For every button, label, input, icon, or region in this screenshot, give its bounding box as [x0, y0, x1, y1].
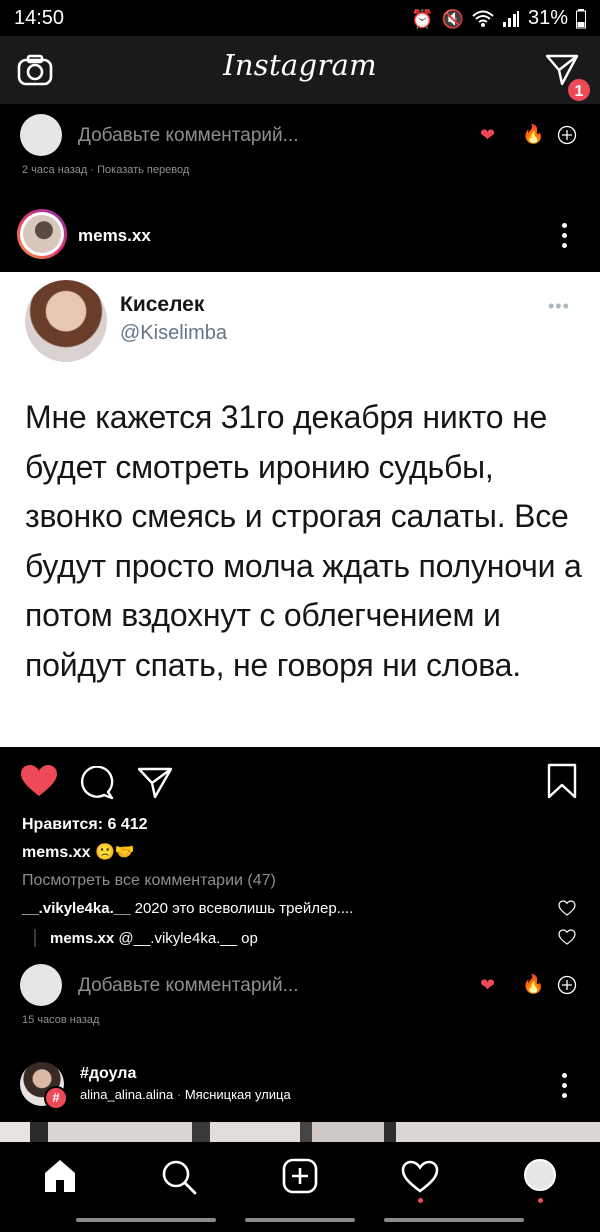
new-post-icon[interactable]	[282, 1158, 318, 1194]
next-post-location[interactable]: Мясницкая улица	[185, 1087, 291, 1102]
home-icon[interactable]	[42, 1158, 78, 1194]
app-logo: Instagram	[223, 48, 377, 82]
post-time: 15 часов назад	[22, 1014, 100, 1026]
likes-count[interactable]: Нравится: 6 412	[22, 816, 148, 834]
bookmark-icon[interactable]	[547, 763, 577, 799]
tweet-more-icon: •••	[548, 296, 570, 316]
like-icon[interactable]	[20, 764, 58, 798]
more-options-icon[interactable]	[562, 223, 568, 253]
gesture-back-handle[interactable]	[76, 1218, 216, 1222]
signal-icon	[502, 10, 519, 27]
notification-badge: 1	[566, 77, 592, 103]
status-icons: ⏰ 🔇 31%	[411, 7, 586, 30]
status-bar: 14:50 ⏰ 🔇 31%	[0, 0, 600, 36]
wifi-icon	[472, 10, 494, 27]
tweet-handle: @Kiselimba	[120, 322, 228, 344]
hashtag-badge-icon: #	[44, 1086, 68, 1110]
avatar	[20, 964, 62, 1006]
next-post-meta: alina_alina.alina · Мясницкая улица	[80, 1087, 291, 1102]
search-icon[interactable]	[160, 1158, 198, 1196]
fire-reaction-icon[interactable]: 🔥	[522, 124, 544, 145]
bottom-navigation	[0, 1142, 600, 1214]
heart-reaction-icon[interactable]: ❤	[480, 975, 495, 996]
share-icon[interactable]	[137, 766, 173, 800]
top-navigation: Instagram 1	[0, 36, 600, 104]
heart-reaction-icon[interactable]: ❤	[480, 125, 495, 146]
profile-notification-dot	[538, 1198, 543, 1203]
post-username[interactable]: mems.xx	[78, 226, 151, 246]
view-all-comments[interactable]: Посмотреть все комментарии (47)	[22, 872, 276, 890]
more-options-icon[interactable]	[562, 1073, 568, 1103]
activity-icon[interactable]	[401, 1160, 439, 1194]
activity-notification-dot	[418, 1198, 423, 1203]
post-avatar[interactable]	[17, 209, 67, 259]
alarm-icon: ⏰	[411, 8, 434, 29]
next-post-hashtag[interactable]: #доула	[80, 1065, 136, 1083]
profile-avatar-icon[interactable]	[524, 1159, 556, 1191]
post-meta: 2 часа назад · Показать перевод	[22, 164, 190, 176]
gesture-recents-handle[interactable]	[384, 1218, 524, 1222]
fire-reaction-icon[interactable]: 🔥	[522, 974, 544, 995]
caption-username[interactable]: mems.xx	[22, 844, 91, 861]
reply-thread-line	[34, 929, 36, 947]
caption-emoji: 🙁🤝	[94, 844, 135, 861]
mute-icon: 🔇	[441, 8, 464, 29]
next-post-username[interactable]: alina_alina.alina	[80, 1087, 173, 1102]
comment-text: 2020 это всеволишь трейлер....	[134, 900, 354, 917]
battery-text: 31%	[527, 7, 568, 29]
reply-item: mems.xx @__.vikyle4ka.__ ор	[50, 930, 258, 947]
tweet-author-name: Киселек	[120, 293, 205, 316]
tweet-text: Мне кажется 31го декабря никто не будет …	[25, 399, 582, 683]
status-time: 14:50	[14, 7, 65, 29]
reply-like-icon[interactable]	[558, 929, 576, 945]
caption: mems.xx 🙁🤝	[22, 842, 135, 862]
next-post-image-preview	[0, 1122, 600, 1142]
comment-input[interactable]: Добавьте комментарий...	[78, 975, 298, 997]
reply-text: @__.vikyle4ka.__ ор	[118, 930, 258, 947]
battery-icon	[576, 8, 586, 28]
reply-username[interactable]: mems.xx	[50, 930, 114, 947]
comment-username[interactable]: __.vikyle4ka.__	[22, 900, 130, 917]
avatar	[20, 114, 62, 156]
comment-item: __.vikyle4ka.__ 2020 это всеволишь трейл…	[22, 900, 353, 917]
comment-like-icon[interactable]	[558, 900, 576, 916]
comment-input[interactable]: Добавьте комментарий...	[78, 125, 298, 147]
tweet-avatar	[25, 280, 107, 362]
add-reaction-icon[interactable]	[557, 125, 577, 145]
gesture-home-handle[interactable]	[245, 1218, 355, 1222]
add-reaction-icon[interactable]	[557, 975, 577, 995]
comment-icon[interactable]	[80, 766, 114, 800]
